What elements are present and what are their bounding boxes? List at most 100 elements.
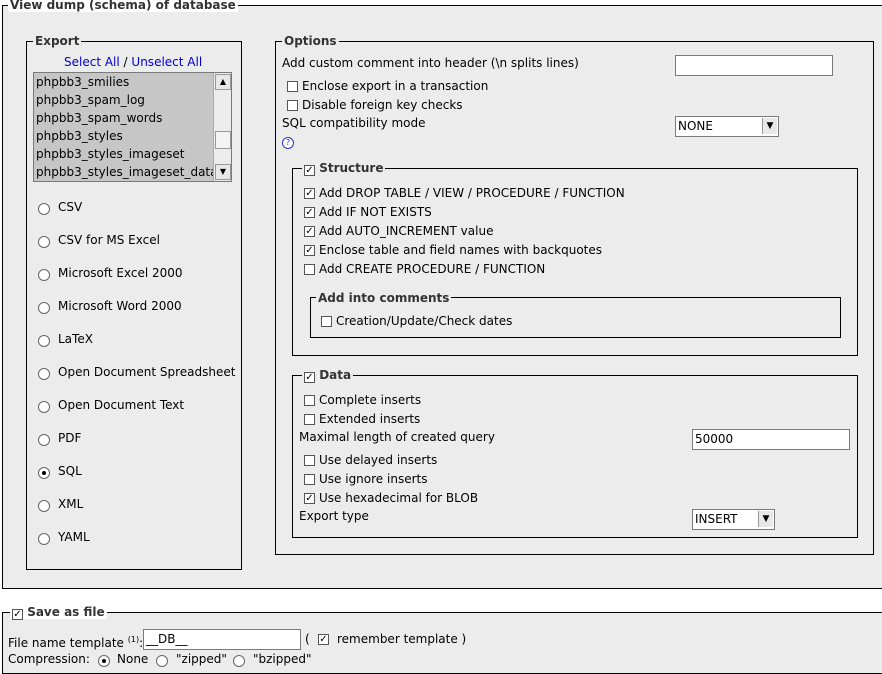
format-label-word-2000: Microsoft Word 2000	[58, 299, 182, 313]
select-links: Select All / Unselect All	[64, 55, 202, 70]
format-label-latex: LaTeX	[58, 332, 93, 346]
select-separator: /	[123, 55, 128, 69]
format-label-yaml: YAML	[58, 530, 90, 544]
format-radio-latex[interactable]	[38, 335, 50, 347]
file-template-label: File name template (1):	[8, 632, 143, 651]
if-not-exists-label: Add IF NOT EXISTS	[319, 205, 432, 219]
sql-compat-value: NONE	[678, 119, 713, 133]
format-label-ods: Open Document Spreadsheet	[58, 365, 236, 379]
listbox-scrollbar[interactable]: ▲ ▼	[213, 73, 231, 181]
view-dump-legend: View dump (schema) of database	[8, 0, 238, 12]
ignore-inserts-label: Use ignore inserts	[319, 472, 428, 486]
export-type-select[interactable]: INSERT ▼	[692, 509, 775, 530]
list-item[interactable]: phpbb3_styles	[34, 127, 231, 145]
disable-fk-label: Disable foreign key checks	[302, 98, 463, 112]
sql-compat-label: SQL compatibility mode	[282, 116, 426, 130]
select-all-link[interactable]: Select All	[64, 55, 120, 69]
compression-zipped-label: "zipped"	[176, 652, 227, 666]
if-not-exists-checkbox[interactable]: ✓	[304, 207, 315, 218]
complete-inserts-checkbox[interactable]	[304, 395, 315, 406]
open-paren: (	[305, 632, 310, 646]
format-radio-xml[interactable]	[38, 500, 50, 512]
sql-compat-select[interactable]: NONE ▼	[675, 116, 779, 137]
format-label-excel-2000: Microsoft Excel 2000	[58, 266, 183, 280]
delayed-inserts-label: Use delayed inserts	[319, 453, 438, 467]
format-label-csv: CSV	[58, 200, 83, 214]
compression-label: Compression:	[8, 652, 90, 666]
compression-none-label: None	[117, 652, 149, 666]
hex-blob-label: Use hexadecimal for BLOB	[319, 491, 479, 505]
format-radio-excel-2000[interactable]	[38, 269, 50, 281]
data-checkbox[interactable]: ✓	[304, 372, 315, 383]
max-query-input[interactable]: 50000	[692, 429, 850, 450]
file-template-text: File name template	[8, 636, 124, 650]
dates-label: Creation/Update/Check dates	[336, 314, 513, 328]
chevron-down-icon[interactable]: ▼	[762, 118, 777, 134]
scroll-up-icon[interactable]: ▲	[215, 74, 231, 90]
backquotes-checkbox[interactable]: ✓	[304, 245, 315, 256]
remember-template-label: remember template )	[337, 632, 467, 646]
data-legend: ✓ Data	[302, 368, 354, 383]
scroll-thumb[interactable]	[215, 131, 231, 149]
list-item[interactable]: phpbb3_smilies	[34, 73, 231, 91]
add-drop-checkbox[interactable]: ✓	[304, 188, 315, 199]
create-procedure-label: Add CREATE PROCEDURE / FUNCTION	[319, 262, 546, 276]
format-label-sql: SQL	[58, 464, 82, 478]
export-type-value: INSERT	[695, 512, 738, 526]
compression-bzipped-label: "bzipped"	[253, 652, 312, 666]
export-legend: Export	[33, 34, 82, 48]
unselect-all-link[interactable]: Unselect All	[131, 55, 202, 69]
enclose-transaction-label: Enclose export in a transaction	[302, 79, 489, 93]
remember-template-checkbox[interactable]: ✓	[318, 634, 329, 645]
comments-legend: Add into comments	[316, 291, 452, 305]
extended-inserts-checkbox[interactable]	[304, 414, 315, 425]
list-item[interactable]: phpbb3_spam_log	[34, 91, 231, 109]
add-drop-label: Add DROP TABLE / VIEW / PROCEDURE / FUNC…	[319, 186, 625, 200]
extended-inserts-label: Extended inserts	[319, 412, 421, 426]
format-radio-ods[interactable]	[38, 368, 50, 380]
compression-zipped-radio[interactable]	[156, 655, 168, 667]
format-radio-csv[interactable]	[38, 203, 50, 215]
backquotes-label: Enclose table and field names with backq…	[319, 243, 603, 257]
structure-checkbox[interactable]: ✓	[304, 165, 315, 176]
disable-fk-checkbox[interactable]	[287, 100, 298, 111]
format-radio-word-2000[interactable]	[38, 302, 50, 314]
format-radio-odt[interactable]	[38, 401, 50, 413]
format-radio-yaml[interactable]	[38, 533, 50, 545]
structure-legend-label: Structure	[319, 161, 384, 175]
format-radio-pdf[interactable]	[38, 434, 50, 446]
save-legend: ✓ Save as file	[10, 605, 107, 620]
enclose-transaction-checkbox[interactable]	[287, 81, 298, 92]
format-label-csv-excel: CSV for MS Excel	[58, 233, 160, 247]
dates-checkbox[interactable]	[321, 316, 332, 327]
format-label-xml: XML	[58, 497, 84, 511]
auto-increment-label: Add AUTO_INCREMENT value	[319, 224, 494, 238]
compression-bzipped-radio[interactable]	[233, 655, 245, 667]
list-item[interactable]: phpbb3_styles_imageset_data	[34, 163, 231, 181]
complete-inserts-label: Complete inserts	[319, 393, 422, 407]
format-radio-sql[interactable]	[38, 467, 50, 479]
list-item[interactable]: phpbb3_spam_words	[34, 109, 231, 127]
hex-blob-checkbox[interactable]: ✓	[304, 493, 315, 504]
file-template-input[interactable]: __DB__	[143, 629, 301, 650]
structure-legend: ✓ Structure	[302, 161, 386, 176]
format-radio-csv-excel[interactable]	[38, 236, 50, 248]
scroll-down-icon[interactable]: ▼	[215, 164, 231, 180]
compression-none-radio[interactable]	[98, 655, 110, 667]
format-label-odt: Open Document Text	[58, 398, 185, 412]
help-icon[interactable]: ?	[282, 137, 294, 149]
max-query-label: Maximal length of created query	[299, 430, 495, 444]
format-label-pdf: PDF	[58, 431, 82, 445]
data-legend-label: Data	[319, 368, 352, 382]
delayed-inserts-checkbox[interactable]	[304, 455, 315, 466]
create-procedure-checkbox[interactable]	[304, 264, 315, 275]
chevron-down-icon[interactable]: ▼	[758, 511, 773, 527]
footnote-marker: (1)	[127, 635, 140, 644]
list-item[interactable]: phpbb3_styles_imageset	[34, 145, 231, 163]
export-type-label: Export type	[299, 509, 369, 523]
custom-comment-input[interactable]	[675, 55, 833, 76]
auto-increment-checkbox[interactable]: ✓	[304, 226, 315, 237]
ignore-inserts-checkbox[interactable]	[304, 474, 315, 485]
save-as-file-checkbox[interactable]: ✓	[12, 609, 23, 620]
table-listbox[interactable]: phpbb3_smilies phpbb3_spam_log phpbb3_sp…	[33, 72, 232, 182]
